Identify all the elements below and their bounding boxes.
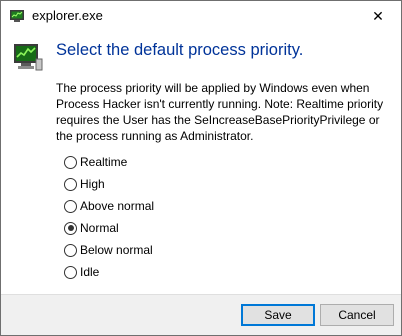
save-button[interactable]: Save: [241, 304, 315, 326]
radio-normal[interactable]: Normal: [64, 217, 154, 239]
window-title: explorer.exe: [32, 8, 103, 23]
close-icon: ✕: [372, 7, 384, 24]
process-hacker-icon: [9, 8, 25, 24]
dialog-footer: Save Cancel: [1, 294, 401, 335]
radio-label: Normal: [80, 221, 119, 235]
dialog-window: explorer.exe ✕ Select the default proces…: [0, 0, 402, 336]
close-button[interactable]: ✕: [355, 1, 401, 31]
radio-button-icon[interactable]: [64, 155, 77, 169]
title-bar[interactable]: explorer.exe ✕: [1, 1, 401, 31]
radio-realtime[interactable]: Realtime: [64, 151, 154, 173]
priority-radio-group: Realtime High Above normal Normal Below …: [64, 151, 154, 283]
radio-label: Above normal: [80, 199, 155, 213]
radio-button-icon[interactable]: [64, 199, 77, 213]
radio-idle[interactable]: Idle: [64, 261, 154, 283]
radio-label: High: [80, 177, 105, 191]
radio-button-icon[interactable]: [64, 177, 77, 191]
main-instruction: Select the default process priority.: [56, 41, 304, 59]
radio-button-checked-icon[interactable]: [64, 221, 77, 235]
dialog-description: The process priority will be applied by …: [56, 81, 384, 143]
cancel-button[interactable]: Cancel: [320, 304, 394, 326]
process-hacker-icon: [12, 41, 44, 73]
radio-button-icon[interactable]: [64, 265, 77, 279]
radio-label: Idle: [80, 265, 100, 279]
radio-label: Realtime: [80, 155, 128, 169]
radio-high[interactable]: High: [64, 173, 154, 195]
radio-button-icon[interactable]: [64, 243, 77, 257]
radio-label: Below normal: [80, 243, 153, 257]
radio-below-normal[interactable]: Below normal: [64, 239, 154, 261]
radio-above-normal[interactable]: Above normal: [64, 195, 154, 217]
